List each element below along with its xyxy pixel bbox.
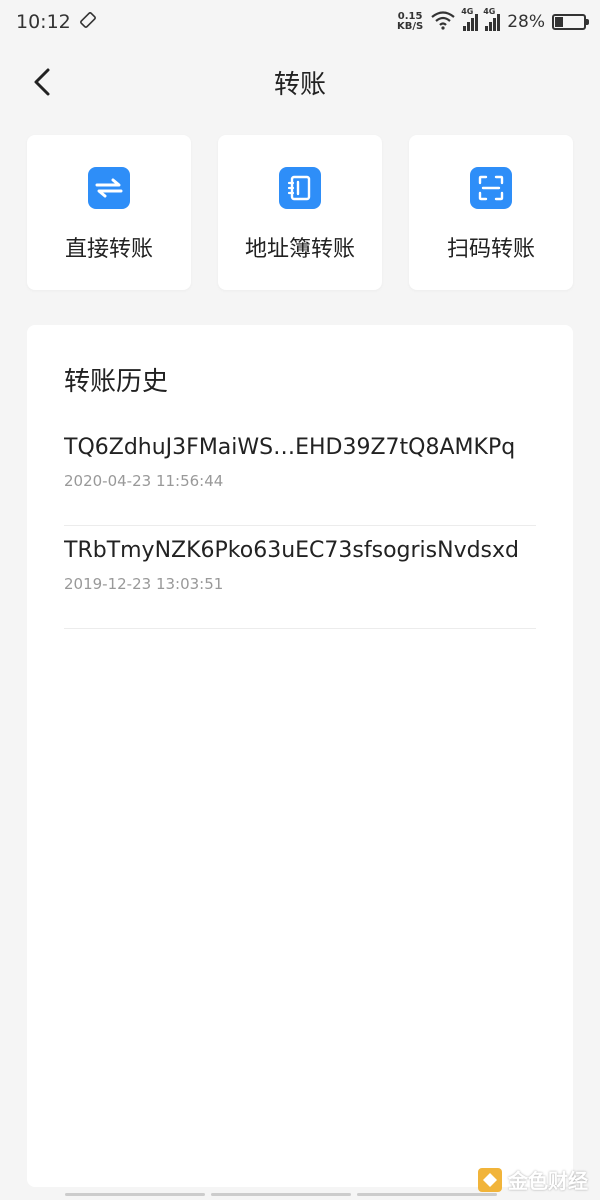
status-right: 0.15 KB/S 4G 4G 28% (397, 7, 589, 35)
history-time: 2020-04-23 11:56:44 (64, 472, 224, 490)
net-speed: 0.15 KB/S (397, 12, 423, 32)
signal-icon-1: 4G (461, 7, 479, 31)
net-speed-unit: KB/S (396, 21, 424, 32)
auto-rotate-icon (79, 11, 97, 34)
history-item[interactable]: TQ6ZdhuJ3FMaiWS…EHD39Z7tQ8AMKPq 2020-04-… (64, 423, 536, 526)
status-time: 10:12 (16, 11, 71, 33)
status-left: 10:12 (16, 11, 97, 34)
bottom-divider (357, 1193, 497, 1196)
history-title: 转账历史 (64, 367, 169, 397)
watermark-logo-icon (478, 1167, 502, 1192)
transfer-actions: 直接转账 地址簿转账 扫码转账 (27, 135, 573, 290)
address-book-transfer-label: 地址簿转账 (244, 237, 355, 262)
status-bar: 10:12 0.15 KB/S 4G 4G 28% (0, 0, 600, 44)
back-button[interactable] (22, 62, 62, 102)
battery-percent: 28% (507, 12, 545, 32)
scan-transfer-label: 扫码转账 (446, 237, 535, 262)
history-item[interactable]: TRbTmyNZK6Pko63uEC73sfsogrisNvdsxd 2019-… (64, 526, 536, 629)
history-time: 2019-12-23 13:03:51 (64, 575, 224, 593)
page-title: 转账 (273, 69, 326, 100)
address-book-icon (279, 167, 321, 209)
signal-icon-2: 4G (483, 7, 501, 31)
scan-transfer-button[interactable]: 扫码转账 (409, 135, 573, 290)
direct-transfer-label: 直接转账 (64, 237, 153, 262)
history-list: TQ6ZdhuJ3FMaiWS…EHD39Z7tQ8AMKPq 2020-04-… (64, 423, 536, 629)
history-address: TRbTmyNZK6Pko63uEC73sfsogrisNvdsxd (64, 538, 520, 563)
watermark: 金色财经 (478, 1165, 588, 1194)
bottom-divider (211, 1193, 351, 1196)
scan-icon (470, 167, 512, 209)
signal-tag-2: 4G (483, 7, 496, 16)
transfer-history-card: 转账历史 TQ6ZdhuJ3FMaiWS…EHD39Z7tQ8AMKPq 202… (27, 325, 573, 1187)
battery-icon (552, 14, 589, 30)
swap-arrows-icon (88, 167, 130, 209)
direct-transfer-button[interactable]: 直接转账 (27, 135, 191, 290)
back-arrow-icon (34, 68, 50, 96)
history-address: TQ6ZdhuJ3FMaiWS…EHD39Z7tQ8AMKPq (64, 435, 516, 460)
address-book-transfer-button[interactable]: 地址簿转账 (218, 135, 382, 290)
signal-tag-1: 4G (461, 7, 474, 16)
header: 转账 (0, 52, 600, 112)
bottom-dividers (65, 1193, 497, 1196)
battery-fill (555, 17, 564, 27)
wifi-icon (430, 10, 456, 35)
bottom-divider (65, 1193, 205, 1196)
watermark-text: 金色财经 (508, 1169, 588, 1193)
